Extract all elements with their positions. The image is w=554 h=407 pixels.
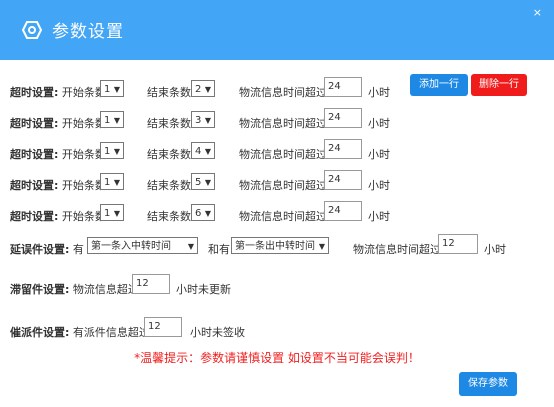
end-count-select[interactable]: 6 ▼ <box>191 204 215 221</box>
chevron-down-icon: ▼ <box>113 178 120 187</box>
warning-tip: *温馨提示：参数请谨慎设置 如设置不当可能会误判！ <box>134 351 420 365</box>
stay-setting-row: 滞留件设置: 物流信息超过 12 小时未更新 <box>0 274 554 299</box>
start-count-select[interactable]: 1 ▼ <box>100 173 124 190</box>
dispatch-setting-row: 催派件设置: 有派件信息超过 12 小时未签收 <box>0 317 554 342</box>
save-button[interactable]: 保存参数 <box>459 372 517 396</box>
delay-info-label: 物流信息时间超过 <box>353 243 441 256</box>
hours-unit: 小时 <box>368 179 390 192</box>
info-time-label: 物流信息时间超过 <box>239 117 327 130</box>
timeout-label: 超时设置: <box>10 148 59 161</box>
chevron-down-icon: ▼ <box>204 85 211 94</box>
timeout-label: 超时设置: <box>10 210 59 223</box>
timeout-row: 超时设置: 开始条数 1 ▼ 结束条数 5 ▼ 物流信息时间超过 24 小时 <box>0 170 554 195</box>
hours-input[interactable]: 24 <box>324 170 362 190</box>
end-count-select[interactable]: 5 ▼ <box>191 173 215 190</box>
start-count-select[interactable]: 1 ▼ <box>100 142 124 159</box>
delay-unit: 小时 <box>484 243 506 256</box>
timeout-row: 超时设置: 开始条数 1 ▼ 结束条数 4 ▼ 物流信息时间超过 24 小时 <box>0 139 554 164</box>
hours-input[interactable]: 24 <box>324 201 362 221</box>
delay-setting-row: 延误件设置: 有 第一条入中转时间 ▼ 和有 第一条出中转时间 ▼ 物流信息时间超过… <box>0 234 554 259</box>
chevron-down-icon: ▼ <box>113 116 120 125</box>
window-header: 参数设置 × <box>0 0 554 60</box>
hours-unit: 小时 <box>368 117 390 130</box>
delay-label: 延误件设置: <box>10 243 70 256</box>
timeout-label: 超时设置: <box>10 86 59 99</box>
chevron-down-icon: ▼ <box>113 85 120 94</box>
delay-and-label: 和有 <box>208 243 230 256</box>
stay-label: 滞留件设置: <box>10 283 70 296</box>
close-icon[interactable]: × <box>533 6 542 19</box>
timeout-label: 超时设置: <box>10 179 59 192</box>
delay-select-2[interactable]: 第一条出中转时间 ▼ <box>231 237 329 254</box>
timeout-row: 超时设置: 开始条数 1 ▼ 结束条数 6 ▼ 物流信息时间超过 24 小时 <box>0 201 554 226</box>
stay-info-label: 物流信息超过 <box>72 283 139 296</box>
chevron-down-icon: ▼ <box>113 147 120 156</box>
settings-hexagon-icon <box>22 21 42 39</box>
dispatch-info-label: 有派件信息超过 <box>72 326 150 339</box>
add-row-button[interactable]: 添加一行 <box>410 74 468 96</box>
delay-hours-input[interactable]: 12 <box>438 234 478 254</box>
start-count-select[interactable]: 1 ▼ <box>100 111 124 128</box>
hours-input[interactable]: 24 <box>324 77 362 97</box>
info-time-label: 物流信息时间超过 <box>239 86 327 99</box>
chevron-down-icon: ▼ <box>318 242 325 251</box>
end-count-select[interactable]: 3 ▼ <box>191 111 215 128</box>
delay-has-label: 有 <box>72 243 84 256</box>
timeout-row: 超时设置: 开始条数 1 ▼ 结束条数 3 ▼ 物流信息时间超过 24 小时 <box>0 108 554 133</box>
end-count-label: 结束条数 <box>147 148 191 161</box>
end-count-label: 结束条数 <box>147 117 191 130</box>
hours-unit: 小时 <box>368 148 390 161</box>
dispatch-label: 催派件设置: <box>10 326 70 339</box>
chevron-down-icon: ▼ <box>204 116 211 125</box>
window-title: 参数设置 <box>52 22 124 42</box>
delete-row-button[interactable]: 删除一行 <box>471 74 527 96</box>
start-count-select[interactable]: 1 ▼ <box>100 204 124 221</box>
stay-unit: 小时未更新 <box>176 283 231 296</box>
info-time-label: 物流信息时间超过 <box>239 179 327 192</box>
info-time-label: 物流信息时间超过 <box>239 210 327 223</box>
hours-unit: 小时 <box>368 210 390 223</box>
start-count-select[interactable]: 1 ▼ <box>100 80 124 97</box>
stay-hours-input[interactable]: 12 <box>132 274 170 294</box>
info-time-label: 物流信息时间超过 <box>239 148 327 161</box>
end-count-select[interactable]: 4 ▼ <box>191 142 215 159</box>
chevron-down-icon: ▼ <box>204 178 211 187</box>
end-count-select[interactable]: 2 ▼ <box>191 80 215 97</box>
chevron-down-icon: ▼ <box>187 242 194 251</box>
end-count-label: 结束条数 <box>147 179 191 192</box>
hours-input[interactable]: 24 <box>324 139 362 159</box>
chevron-down-icon: ▼ <box>113 209 120 218</box>
timeout-label: 超时设置: <box>10 117 59 130</box>
chevron-down-icon: ▼ <box>204 147 211 156</box>
end-count-label: 结束条数 <box>147 86 191 99</box>
dispatch-unit: 小时未签收 <box>190 326 245 339</box>
dispatch-hours-input[interactable]: 12 <box>144 317 182 337</box>
delay-select-1[interactable]: 第一条入中转时间 ▼ <box>87 237 198 254</box>
end-count-label: 结束条数 <box>147 210 191 223</box>
hours-unit: 小时 <box>368 86 390 99</box>
hours-input[interactable]: 24 <box>324 108 362 128</box>
chevron-down-icon: ▼ <box>204 209 211 218</box>
